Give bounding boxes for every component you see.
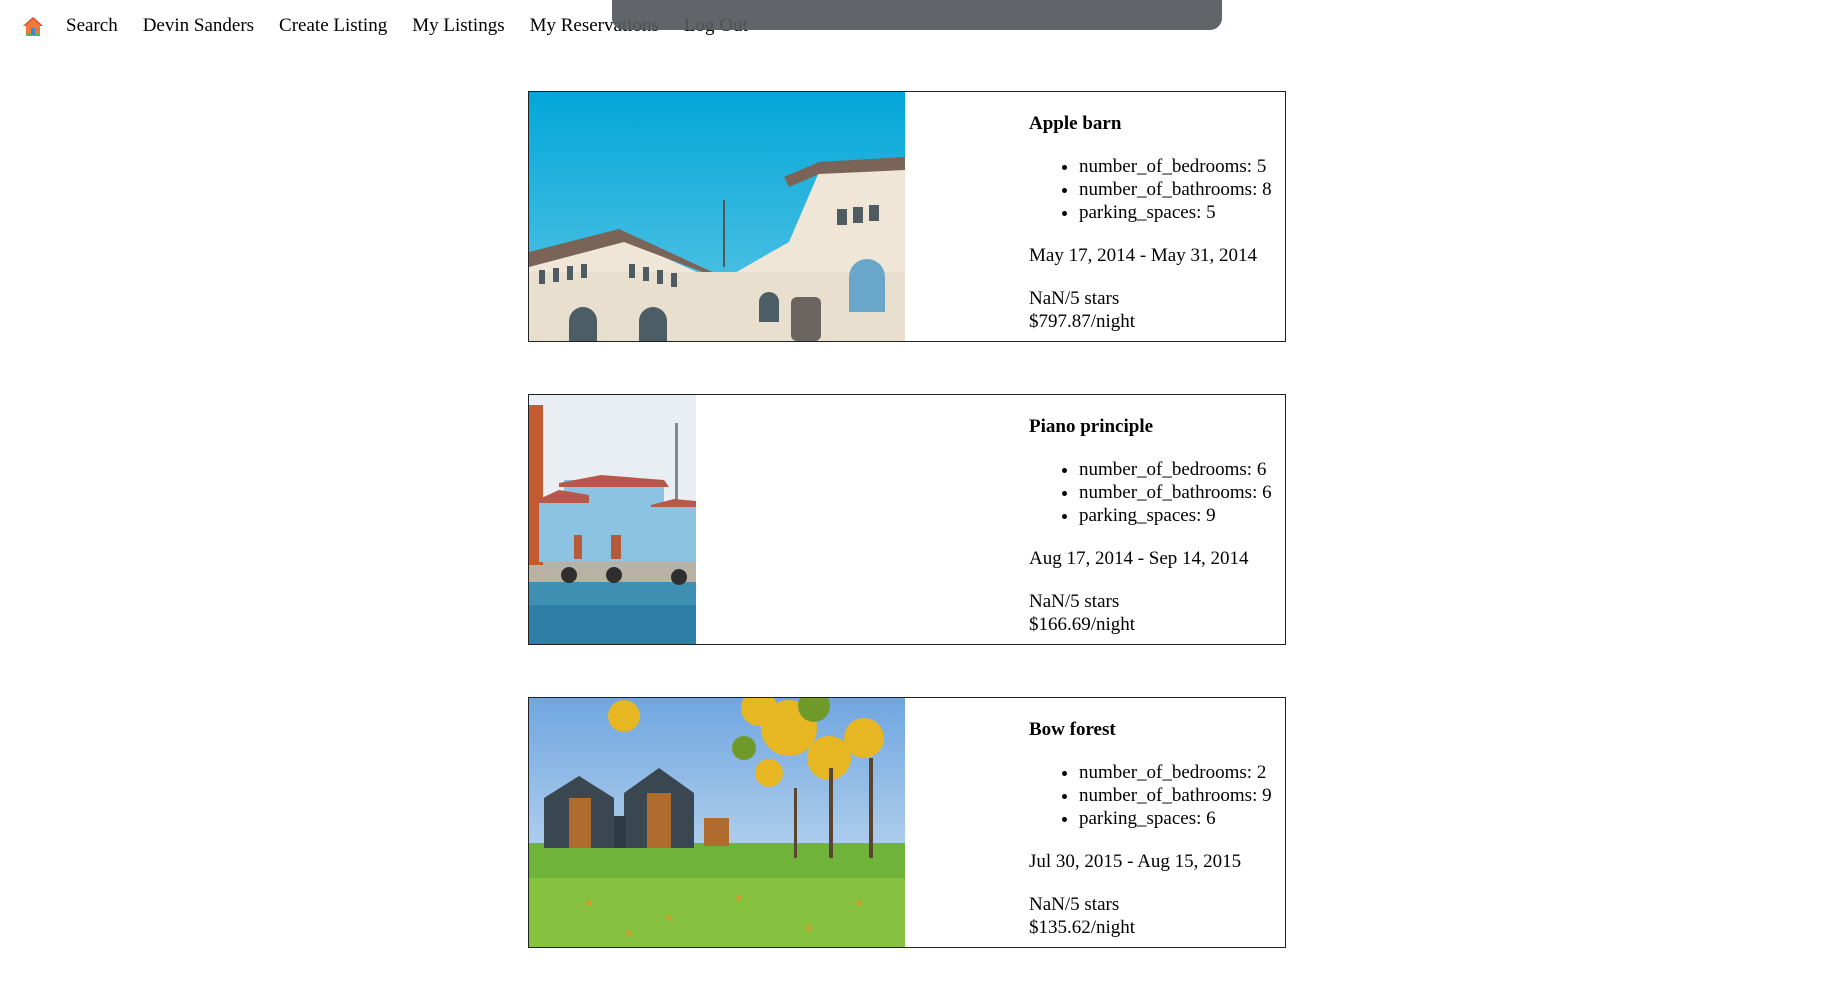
listing-price: $166.69/night [1029,614,1136,635]
nav-my-listings-link[interactable]: My Listings [412,15,504,37]
listing-features: number_of_bedrooms: 6 number_of_bathroom… [1029,458,1285,527]
listing-dates: Aug 17, 2014 - Sep 14, 2014 [1029,548,1249,569]
listing-title: Bow forest [1029,719,1116,740]
listing-photo [529,698,905,947]
nav-search-link[interactable]: Search [66,15,118,37]
listing-photo [529,92,905,341]
feature-bedrooms: number_of_bedrooms: 6 [1079,458,1285,481]
notification-toast [612,0,1222,30]
listing-title: Apple barn [1029,113,1122,134]
feature-bedrooms: number_of_bedrooms: 5 [1079,155,1285,178]
feature-parking: parking_spaces: 6 [1079,807,1285,830]
feature-parking: parking_spaces: 9 [1079,504,1285,527]
listing-dates: May 17, 2014 - May 31, 2014 [1029,245,1257,266]
listing-dates: Jul 30, 2015 - Aug 15, 2015 [1029,851,1242,872]
feature-bedrooms: number_of_bedrooms: 2 [1079,761,1285,784]
feature-bathrooms: number_of_bathrooms: 9 [1079,784,1285,807]
listing-features: number_of_bedrooms: 5 number_of_bathroom… [1029,155,1285,224]
feature-bathrooms: number_of_bathrooms: 6 [1079,481,1285,504]
listing-card[interactable]: Apple barn number_of_bedrooms: 5 number_… [528,91,1286,342]
nav-profile-link[interactable]: Devin Sanders [143,15,254,37]
nav-create-listing-link[interactable]: Create Listing [279,15,387,37]
listing-list: Apple barn number_of_bedrooms: 5 number_… [528,91,1286,1000]
listing-info: Apple barn number_of_bedrooms: 5 number_… [1029,92,1285,333]
listing-info: Piano principle number_of_bedrooms: 6 nu… [1029,395,1285,636]
feature-bathrooms: number_of_bathrooms: 8 [1079,178,1285,201]
listing-rating: NaN/5 stars [1029,591,1120,612]
house-icon[interactable] [22,14,48,38]
listing-rating: NaN/5 stars [1029,288,1120,309]
listing-price: $797.87/night [1029,311,1136,332]
listing-photo [529,395,696,644]
listing-title: Piano principle [1029,416,1154,437]
listing-card[interactable]: Piano principle number_of_bedrooms: 6 nu… [528,394,1286,645]
listing-price: $135.62/night [1029,917,1136,938]
listing-features: number_of_bedrooms: 2 number_of_bathroom… [1029,761,1285,830]
listing-card[interactable]: Bow forest number_of_bedrooms: 2 number_… [528,697,1286,948]
feature-parking: parking_spaces: 5 [1079,201,1285,224]
listing-info: Bow forest number_of_bedrooms: 2 number_… [1029,698,1285,939]
listing-rating: NaN/5 stars [1029,894,1120,915]
